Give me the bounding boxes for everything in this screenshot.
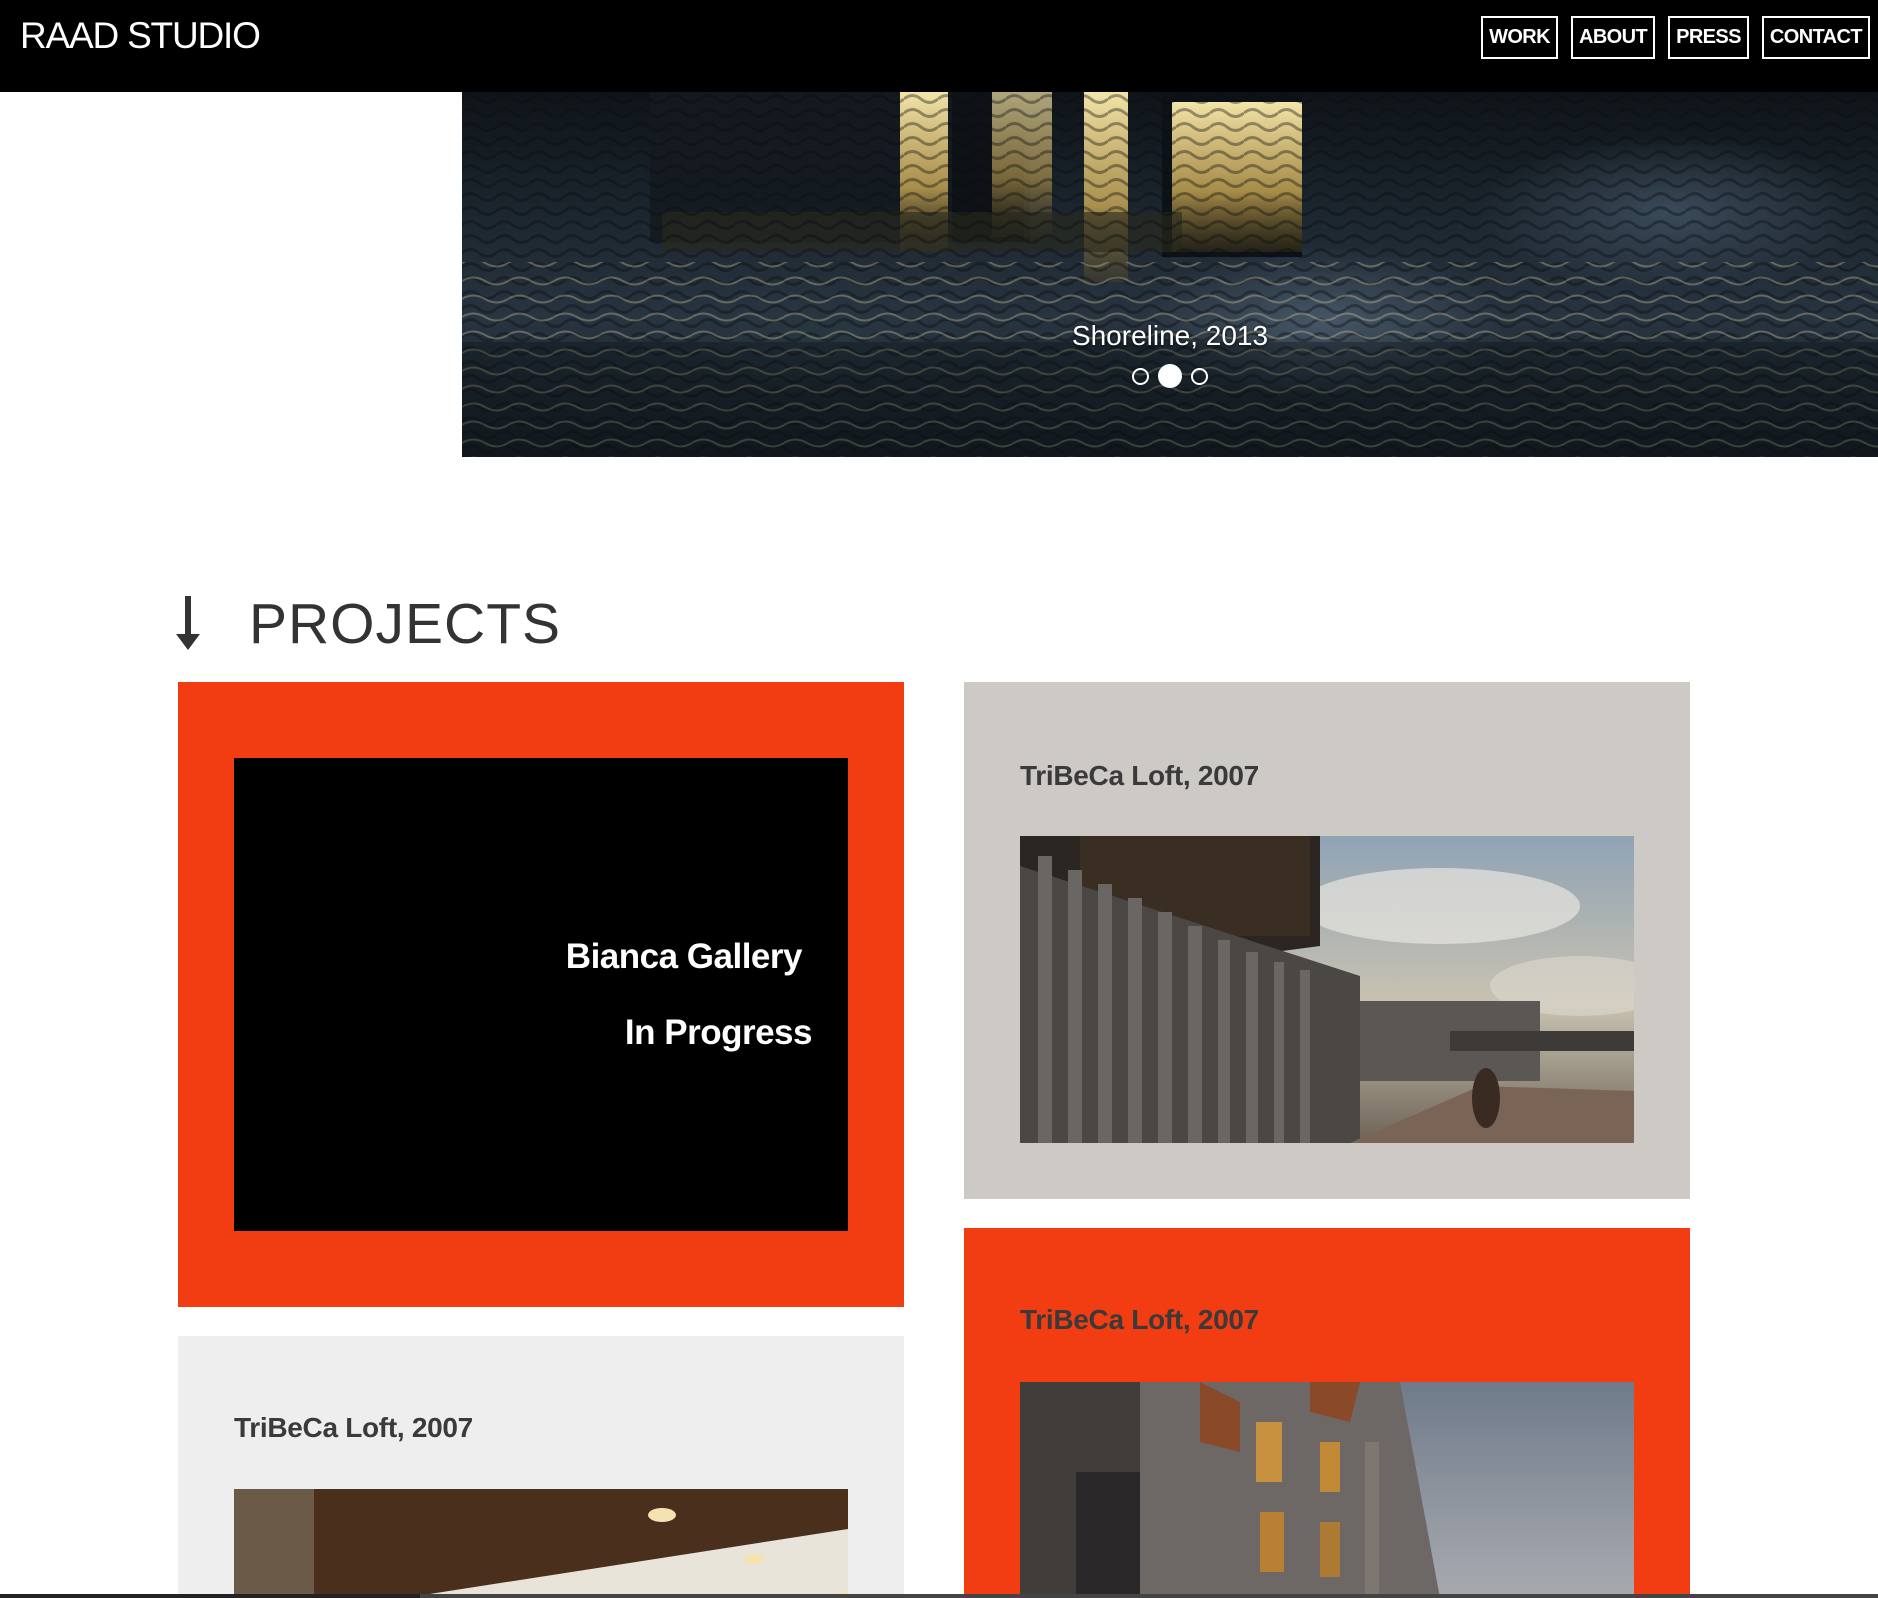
horizontal-scrollbar[interactable] — [0, 1594, 1878, 1598]
scrollbar-thumb[interactable] — [0, 1594, 420, 1598]
main-nav: WORK ABOUT PRESS CONTACT — [1468, 16, 1870, 59]
project-card-tribeca-1[interactable]: TriBeCa Loft, 2007 — [964, 682, 1690, 1199]
featured-panel: Bianca Gallery In Progress — [234, 758, 848, 1231]
site-header: RAAD STUDIO WORK ABOUT PRESS CONTACT — [0, 0, 1878, 92]
project-thumbnail — [1020, 836, 1634, 1143]
featured-project-name: Bianca Gallery — [565, 937, 803, 976]
project-card-title: TriBeCa Loft, 2007 — [234, 1412, 473, 1443]
project-card-tribeca-2[interactable]: TriBeCa Loft, 2007 — [178, 1336, 904, 1598]
project-card-title: TriBeCa Loft, 2007 — [1020, 760, 1259, 791]
slide-dot-1[interactable] — [1132, 367, 1149, 385]
projects-heading: PROJECTS — [173, 594, 561, 654]
project-card-tribeca-3[interactable]: TriBeCa Loft, 2007 — [964, 1228, 1690, 1598]
nav-work[interactable]: WORK — [1481, 16, 1558, 59]
hero-slider[interactable]: Shoreline, 2013 — [462, 92, 1878, 457]
slider-pagination — [462, 364, 1878, 388]
nav-contact[interactable]: CONTACT — [1761, 16, 1870, 59]
arrow-down-icon — [176, 596, 200, 650]
nav-press[interactable]: PRESS — [1668, 16, 1749, 59]
site-logo[interactable]: RAAD STUDIO — [20, 16, 261, 56]
slide-dot-3[interactable] — [1191, 367, 1208, 385]
project-card-bianca-gallery[interactable]: Bianca Gallery In Progress — [178, 682, 904, 1307]
slide-dot-2-active[interactable] — [1158, 364, 1182, 388]
slide-caption: Shoreline, 2013 — [1071, 320, 1269, 351]
featured-project-status: In Progress — [624, 1013, 813, 1052]
project-thumbnail — [234, 1489, 848, 1598]
project-card-title: TriBeCa Loft, 2007 — [1020, 1304, 1259, 1335]
nav-about[interactable]: ABOUT — [1570, 16, 1656, 59]
hero-slide-image — [462, 92, 1878, 457]
projects-heading-label: PROJECTS — [249, 592, 562, 656]
project-thumbnail — [1020, 1382, 1634, 1598]
